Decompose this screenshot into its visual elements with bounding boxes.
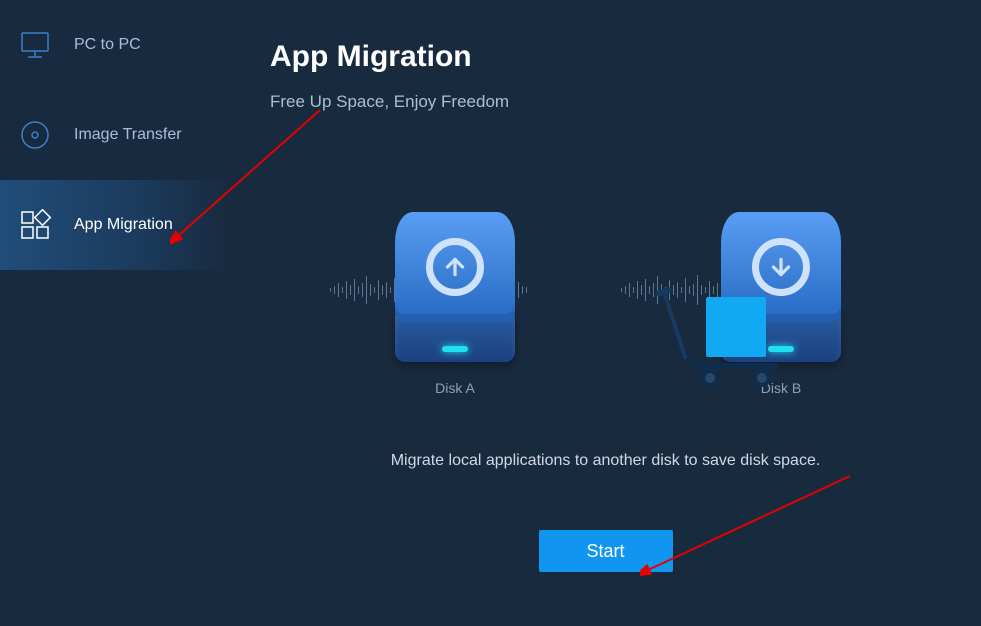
sidebar: PC to PC Image Transfer App Migration [0, 0, 230, 626]
start-button[interactable]: Start [539, 530, 673, 572]
arrow-up-icon [426, 238, 484, 296]
monitor-icon [18, 28, 52, 62]
sidebar-item-pc-to-pc[interactable]: PC to PC [0, 0, 230, 90]
migration-illustration: Disk A Disk B [270, 212, 981, 392]
sidebar-item-label: PC to PC [74, 36, 141, 54]
page-title: App Migration [270, 40, 981, 74]
apps-icon [18, 208, 52, 242]
page-subtitle: Free Up Space, Enjoy Freedom [270, 92, 981, 112]
dolly-cart-icon [691, 297, 781, 387]
sidebar-item-app-migration[interactable]: App Migration [0, 180, 230, 270]
sidebar-item-label: App Migration [74, 216, 173, 234]
disk-a: Disk A [395, 212, 515, 396]
disk-a-label: Disk A [395, 380, 515, 396]
sidebar-item-image-transfer[interactable]: Image Transfer [0, 90, 230, 180]
description-text: Migrate local applications to another di… [270, 452, 941, 470]
sidebar-item-label: Image Transfer [74, 126, 182, 144]
main-panel: App Migration Free Up Space, Enjoy Freed… [230, 0, 981, 626]
disc-icon [18, 118, 52, 152]
arrow-down-icon [752, 238, 810, 296]
